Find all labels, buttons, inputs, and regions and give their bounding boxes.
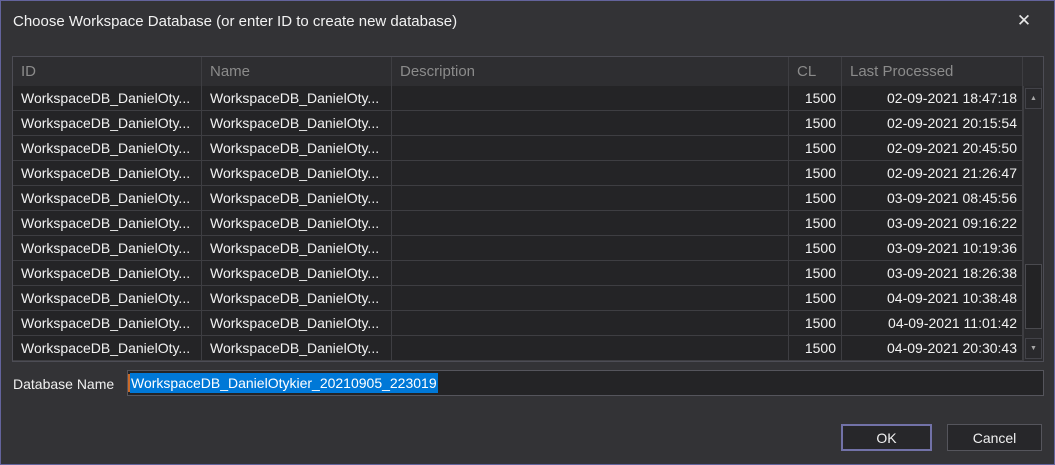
cell-last-processed: 02-09-2021 18:47:18 xyxy=(842,86,1023,110)
cell-name: WorkspaceDB_DanielOty... xyxy=(202,136,392,160)
cell-description xyxy=(392,261,789,285)
cell-name: WorkspaceDB_DanielOty... xyxy=(202,261,392,285)
cell-description xyxy=(392,286,789,310)
workspace-database-table: ID Name Description CL Last Processed Wo… xyxy=(12,56,1044,362)
cell-name: WorkspaceDB_DanielOty... xyxy=(202,211,392,235)
column-header-last-processed[interactable]: Last Processed xyxy=(842,57,1023,86)
cell-name: WorkspaceDB_DanielOty... xyxy=(202,161,392,185)
cell-last-processed: 04-09-2021 11:01:42 xyxy=(842,311,1023,335)
table-row[interactable]: WorkspaceDB_DanielOty... WorkspaceDB_Dan… xyxy=(13,286,1043,311)
cell-cl: 1500 xyxy=(789,211,842,235)
table-row[interactable]: WorkspaceDB_DanielOty... WorkspaceDB_Dan… xyxy=(13,261,1043,286)
cell-id: WorkspaceDB_DanielOty... xyxy=(13,286,202,310)
table-header: ID Name Description CL Last Processed xyxy=(13,57,1043,86)
cell-description xyxy=(392,161,789,185)
table-row[interactable]: WorkspaceDB_DanielOty... WorkspaceDB_Dan… xyxy=(13,211,1043,236)
scroll-up-icon[interactable]: ▲ xyxy=(1025,88,1042,109)
cell-last-processed: 02-09-2021 20:15:54 xyxy=(842,111,1023,135)
cell-last-processed: 04-09-2021 20:30:43 xyxy=(842,336,1023,360)
cell-last-processed: 04-09-2021 10:38:48 xyxy=(842,286,1023,310)
table-row[interactable]: WorkspaceDB_DanielOty... WorkspaceDB_Dan… xyxy=(13,311,1043,336)
table-row[interactable]: WorkspaceDB_DanielOty... WorkspaceDB_Dan… xyxy=(13,86,1043,111)
column-header-scrollbar-spacer xyxy=(1023,57,1043,86)
cell-last-processed: 03-09-2021 10:19:36 xyxy=(842,236,1023,260)
cell-name: WorkspaceDB_DanielOty... xyxy=(202,236,392,260)
cell-id: WorkspaceDB_DanielOty... xyxy=(13,111,202,135)
cell-description xyxy=(392,186,789,210)
table-row[interactable]: WorkspaceDB_DanielOty... WorkspaceDB_Dan… xyxy=(13,111,1043,136)
cell-name: WorkspaceDB_DanielOty... xyxy=(202,336,392,360)
cell-id: WorkspaceDB_DanielOty... xyxy=(13,261,202,285)
cell-id: WorkspaceDB_DanielOty... xyxy=(13,136,202,160)
column-header-cl[interactable]: CL xyxy=(789,57,842,86)
table-row[interactable]: WorkspaceDB_DanielOty... WorkspaceDB_Dan… xyxy=(13,236,1043,261)
cell-cl: 1500 xyxy=(789,111,842,135)
cancel-button[interactable]: Cancel xyxy=(947,424,1042,451)
cell-last-processed: 03-09-2021 18:26:38 xyxy=(842,261,1023,285)
cell-last-processed: 03-09-2021 09:16:22 xyxy=(842,211,1023,235)
cell-cl: 1500 xyxy=(789,336,842,360)
database-name-input[interactable]: WorkspaceDB_DanielOtykier_20210905_22301… xyxy=(127,370,1044,396)
table-row[interactable]: WorkspaceDB_DanielOty... WorkspaceDB_Dan… xyxy=(13,336,1043,361)
dialog-title: Choose Workspace Database (or enter ID t… xyxy=(13,13,457,30)
table-row[interactable]: WorkspaceDB_DanielOty... WorkspaceDB_Dan… xyxy=(13,186,1043,211)
cell-last-processed: 02-09-2021 20:45:50 xyxy=(842,136,1023,160)
cell-last-processed: 02-09-2021 21:26:47 xyxy=(842,161,1023,185)
cell-description xyxy=(392,236,789,260)
column-header-description[interactable]: Description xyxy=(392,57,789,86)
table-row[interactable]: WorkspaceDB_DanielOty... WorkspaceDB_Dan… xyxy=(13,161,1043,186)
cell-id: WorkspaceDB_DanielOty... xyxy=(13,86,202,110)
vertical-scrollbar[interactable]: ▲ ▼ xyxy=(1023,86,1043,361)
column-header-id[interactable]: ID xyxy=(13,57,202,86)
scroll-down-icon[interactable]: ▼ xyxy=(1025,338,1042,359)
cell-name: WorkspaceDB_DanielOty... xyxy=(202,86,392,110)
cell-cl: 1500 xyxy=(789,286,842,310)
cell-cl: 1500 xyxy=(789,236,842,260)
cell-description xyxy=(392,111,789,135)
cell-id: WorkspaceDB_DanielOty... xyxy=(13,311,202,335)
cell-description xyxy=(392,311,789,335)
cell-cl: 1500 xyxy=(789,311,842,335)
cell-name: WorkspaceDB_DanielOty... xyxy=(202,186,392,210)
cell-description xyxy=(392,336,789,360)
choose-workspace-database-dialog: Choose Workspace Database (or enter ID t… xyxy=(0,0,1055,465)
cell-id: WorkspaceDB_DanielOty... xyxy=(13,161,202,185)
close-icon[interactable]: ✕ xyxy=(1010,7,1038,35)
ok-button[interactable]: OK xyxy=(841,424,932,451)
scrollbar-thumb[interactable] xyxy=(1025,264,1042,329)
cell-cl: 1500 xyxy=(789,186,842,210)
cell-id: WorkspaceDB_DanielOty... xyxy=(13,186,202,210)
cell-cl: 1500 xyxy=(789,161,842,185)
cell-name: WorkspaceDB_DanielOty... xyxy=(202,111,392,135)
cell-cl: 1500 xyxy=(789,136,842,160)
cell-description xyxy=(392,136,789,160)
cell-cl: 1500 xyxy=(789,261,842,285)
database-name-selected-text: WorkspaceDB_DanielOtykier_20210905_22301… xyxy=(130,373,438,393)
table-body: WorkspaceDB_DanielOty... WorkspaceDB_Dan… xyxy=(13,86,1043,361)
column-header-name[interactable]: Name xyxy=(202,57,392,86)
cell-last-processed: 03-09-2021 08:45:56 xyxy=(842,186,1023,210)
cell-description xyxy=(392,86,789,110)
table-row[interactable]: WorkspaceDB_DanielOty... WorkspaceDB_Dan… xyxy=(13,136,1043,161)
cell-id: WorkspaceDB_DanielOty... xyxy=(13,211,202,235)
cell-name: WorkspaceDB_DanielOty... xyxy=(202,311,392,335)
database-name-label: Database Name xyxy=(13,376,114,392)
cell-description xyxy=(392,211,789,235)
cell-cl: 1500 xyxy=(789,86,842,110)
cell-id: WorkspaceDB_DanielOty... xyxy=(13,236,202,260)
cell-name: WorkspaceDB_DanielOty... xyxy=(202,286,392,310)
cell-id: WorkspaceDB_DanielOty... xyxy=(13,336,202,360)
